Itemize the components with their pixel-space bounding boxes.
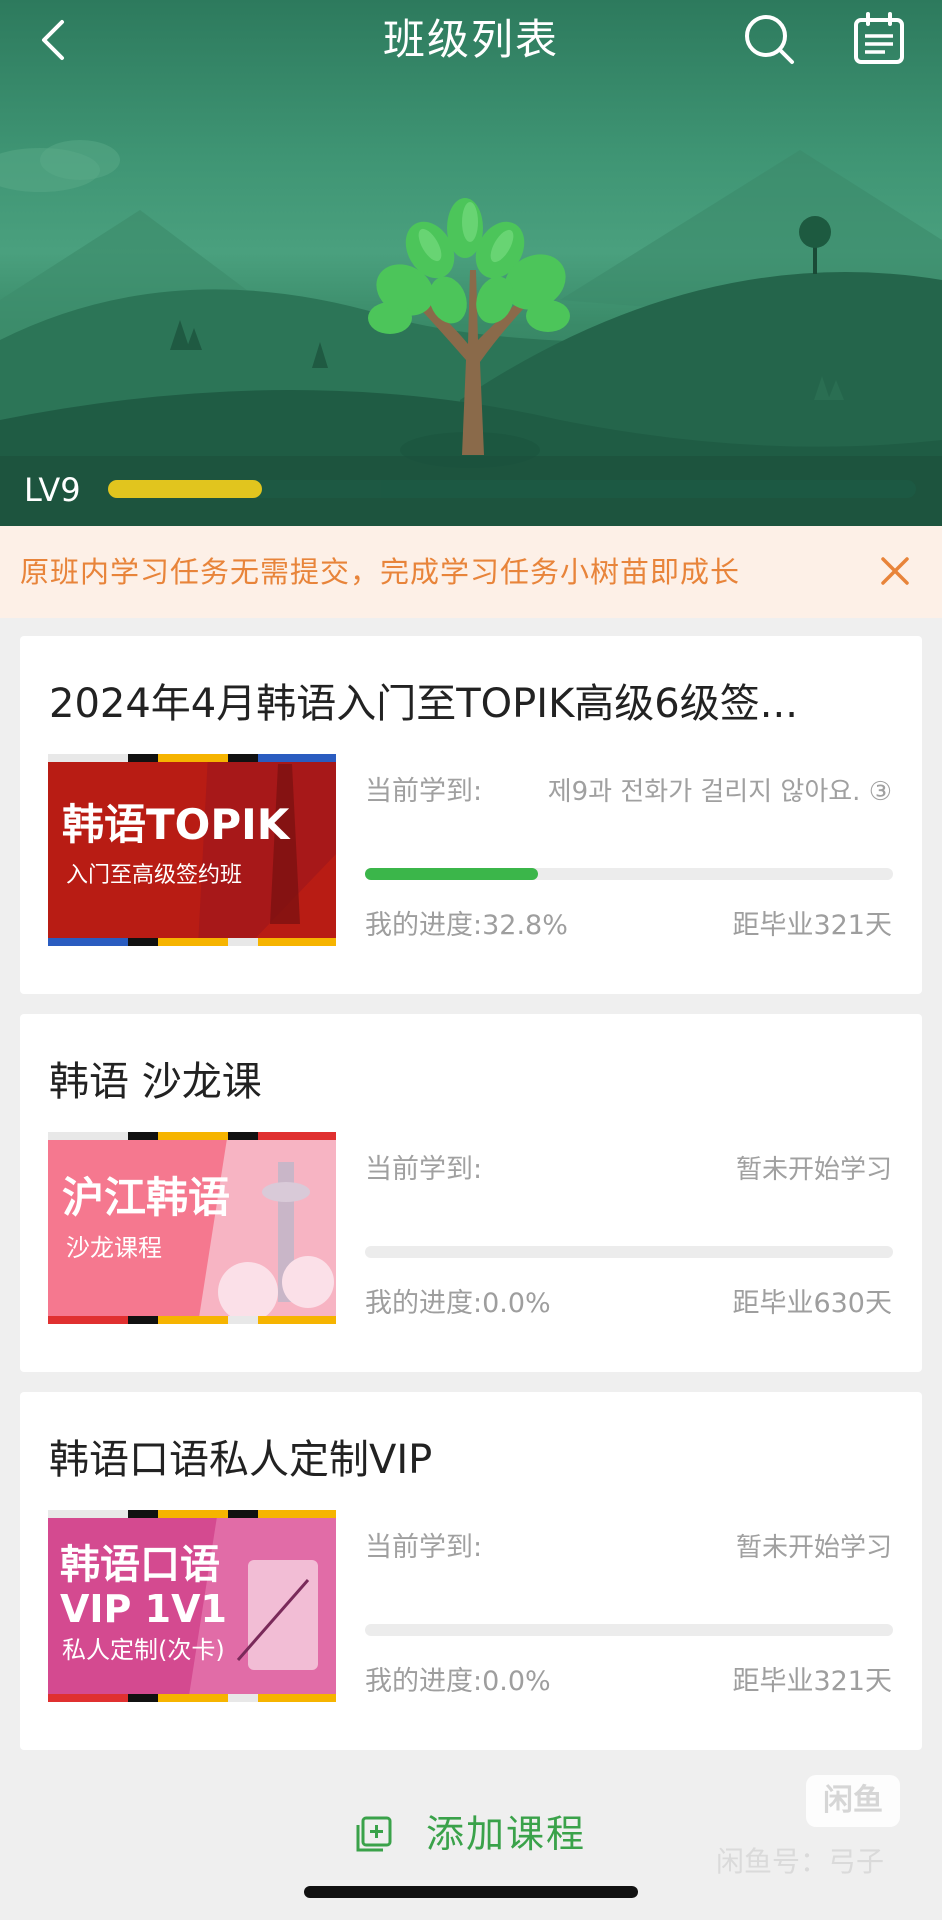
close-icon[interactable] xyxy=(878,554,912,588)
level-label: LV9 xyxy=(24,471,81,509)
watermark-text: 闲鱼号：弓子 xyxy=(716,1845,885,1878)
current-lesson-value: 暂未开始学习 xyxy=(735,1533,892,1563)
top-navigation-bar: 班级列表 xyxy=(0,0,942,80)
thumb-line3: 私人定制(次卡) xyxy=(62,1636,225,1664)
calendar-icon[interactable] xyxy=(852,12,906,66)
days-to-graduation: 距毕业321天 xyxy=(732,910,892,941)
hero-banner: 班级列表 LV9 xyxy=(0,0,942,526)
home-indicator[interactable] xyxy=(304,1886,638,1898)
course-progress-text: 我的进度:32.8% xyxy=(365,910,568,941)
course-title: 2024年4月韩语入门至TOPIK高级6级签... xyxy=(49,681,798,727)
current-lesson-value: 暂未开始学习 xyxy=(735,1155,892,1185)
page-title: 班级列表 xyxy=(382,15,559,64)
current-lesson-label: 当前学到: xyxy=(365,1532,483,1563)
course-title: 韩语口语私人定制VIP xyxy=(49,1437,433,1483)
level-progress-fill xyxy=(108,480,262,498)
thumb-line1: 韩语TOPIK xyxy=(62,800,291,849)
course-progress-track xyxy=(365,868,893,880)
course-card-topik[interactable]: 2024年4月韩语入门至TOPIK高级6级签... 韩语TOPIK 入门至高级签… xyxy=(20,636,922,994)
course-progress-fill xyxy=(365,868,539,880)
course-title: 韩语 沙龙课 xyxy=(49,1059,262,1105)
course-progress-track xyxy=(365,1246,893,1258)
thumb-line2: VIP 1V1 xyxy=(60,1587,227,1631)
days-to-graduation: 距毕业321天 xyxy=(732,1666,892,1697)
course-thumbnail[interactable]: 韩语TOPIK 入门至高级签约班 xyxy=(48,754,336,946)
course-thumbnail[interactable]: 韩语口语 VIP 1V1 私人定制(次卡) xyxy=(48,1510,336,1702)
watermark-badge: 闲鱼 xyxy=(806,1775,900,1827)
thumb-line1: 沪江韩语 xyxy=(62,1173,230,1222)
current-lesson-label: 当前学到: xyxy=(365,1154,483,1185)
thumb-line1: 韩语口语 xyxy=(60,1542,220,1588)
course-card-vip[interactable]: 韩语口语私人定制VIP 韩语口语 VIP 1V1 私人定制(次卡) 当前学到: … xyxy=(20,1392,922,1750)
course-progress-track xyxy=(365,1624,893,1636)
level-progress-track xyxy=(108,480,916,498)
course-thumbnail[interactable]: 沪江韩语 沙龙课程 xyxy=(48,1132,336,1324)
course-progress-text: 我的进度:0.0% xyxy=(365,1666,551,1697)
add-course-label: 添加课程 xyxy=(426,1812,587,1856)
days-to-graduation: 距毕业630天 xyxy=(732,1288,892,1319)
level-progress: LV9 xyxy=(0,456,942,526)
current-lesson-label: 当前学到: xyxy=(365,776,483,807)
course-progress-text: 我的进度:0.0% xyxy=(365,1288,551,1319)
search-icon[interactable] xyxy=(742,12,798,68)
add-square-icon xyxy=(356,1816,392,1852)
current-lesson-value: 제9과 전화가 걸리지 않아요. ③ xyxy=(547,777,892,807)
thumb-line2: 入门至高级签约班 xyxy=(66,863,242,888)
notice-text: 原班内学习任务无需提交，完成学习任务小树苗即成长 xyxy=(20,555,741,589)
course-card-salon[interactable]: 韩语 沙龙课 沪江韩语 沙龙课程 当前学到: 暂未开始学习 我的进度:0.0% … xyxy=(20,1014,922,1372)
notice-banner: 原班内学习任务无需提交，完成学习任务小树苗即成长 xyxy=(0,526,942,618)
thumb-line2: 沙龙课程 xyxy=(66,1234,162,1262)
